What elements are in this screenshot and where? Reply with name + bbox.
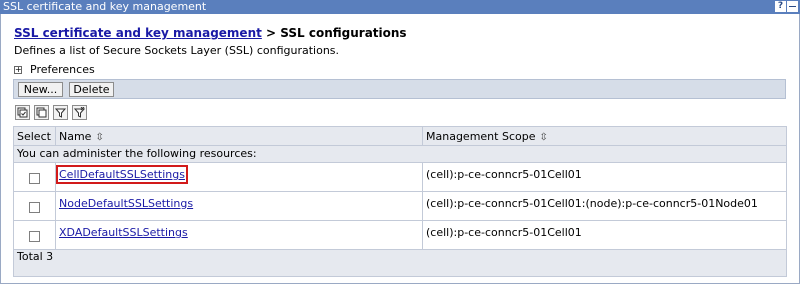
management-scope-value: (cell):p-ce-conncr5-01Cell01 <box>422 220 787 250</box>
row-select-checkbox[interactable] <box>29 231 40 242</box>
new-button[interactable]: New... <box>18 82 63 97</box>
table-tools-toolbar <box>13 104 786 126</box>
row-select-checkbox[interactable] <box>29 202 40 213</box>
window-titlebar: SSL certificate and key management ? <box>0 0 800 14</box>
sort-icon[interactable]: ⇳ <box>539 132 547 143</box>
preferences-label[interactable]: Preferences <box>30 63 95 76</box>
delete-button[interactable]: Delete <box>69 82 114 97</box>
breadcrumb-link-ssl-cert-mgmt[interactable]: SSL certificate and key management <box>14 26 262 40</box>
column-header-scope[interactable]: Management Scope ⇳ <box>422 126 787 146</box>
ssl-config-table: Select Name ⇳ Management Scope ⇳ You can a… <box>13 126 787 277</box>
preferences-toggle[interactable]: + Preferences <box>14 63 95 76</box>
ssl-config-link[interactable]: NodeDefaultSSLSettings <box>59 197 193 210</box>
page-description: Defines a list of Secure Sockets Layer (… <box>14 44 340 57</box>
deselect-all-icon[interactable] <box>34 105 49 120</box>
action-toolbar: New... Delete <box>13 79 786 99</box>
window-title: SSL certificate and key management <box>3 0 207 13</box>
sort-icon[interactable]: ⇳ <box>95 132 103 143</box>
table-total-row: Total 3 <box>13 249 787 277</box>
subheader-text: You can administer the following resourc… <box>13 145 787 163</box>
table-row: XDADefaultSSLSettings (cell):p-ce-conncr… <box>13 220 787 250</box>
table-subheader-row: You can administer the following resourc… <box>13 145 787 163</box>
ssl-config-link[interactable]: XDADefaultSSLSettings <box>59 226 188 239</box>
total-count: Total 3 <box>13 249 787 277</box>
page-title: SSL configurations <box>280 26 407 40</box>
table-row: NodeDefaultSSLSettings (cell):p-ce-connc… <box>13 191 787 221</box>
management-scope-value: (cell):p-ce-conncr5-01Cell01:(node):p-ce… <box>422 191 787 221</box>
management-scope-value: (cell):p-ce-conncr5-01Cell01 <box>422 162 787 192</box>
help-icon[interactable]: ? <box>775 1 786 12</box>
expand-icon[interactable]: + <box>14 66 22 74</box>
breadcrumb-separator: > <box>261 26 281 40</box>
ssl-config-link[interactable]: CellDefaultSSLSettings <box>56 165 188 184</box>
minimize-icon[interactable] <box>787 1 798 12</box>
row-select-checkbox[interactable] <box>29 173 40 184</box>
breadcrumb: SSL certificate and key management > SSL… <box>14 26 407 40</box>
column-header-select: Select <box>13 126 56 146</box>
table-row: CellDefaultSSLSettings (cell):p-ce-connc… <box>13 162 787 192</box>
column-header-name[interactable]: Name ⇳ <box>55 126 423 146</box>
clear-filter-icon[interactable] <box>72 105 87 120</box>
show-filter-icon[interactable] <box>53 105 68 120</box>
select-all-icon[interactable] <box>15 105 30 120</box>
